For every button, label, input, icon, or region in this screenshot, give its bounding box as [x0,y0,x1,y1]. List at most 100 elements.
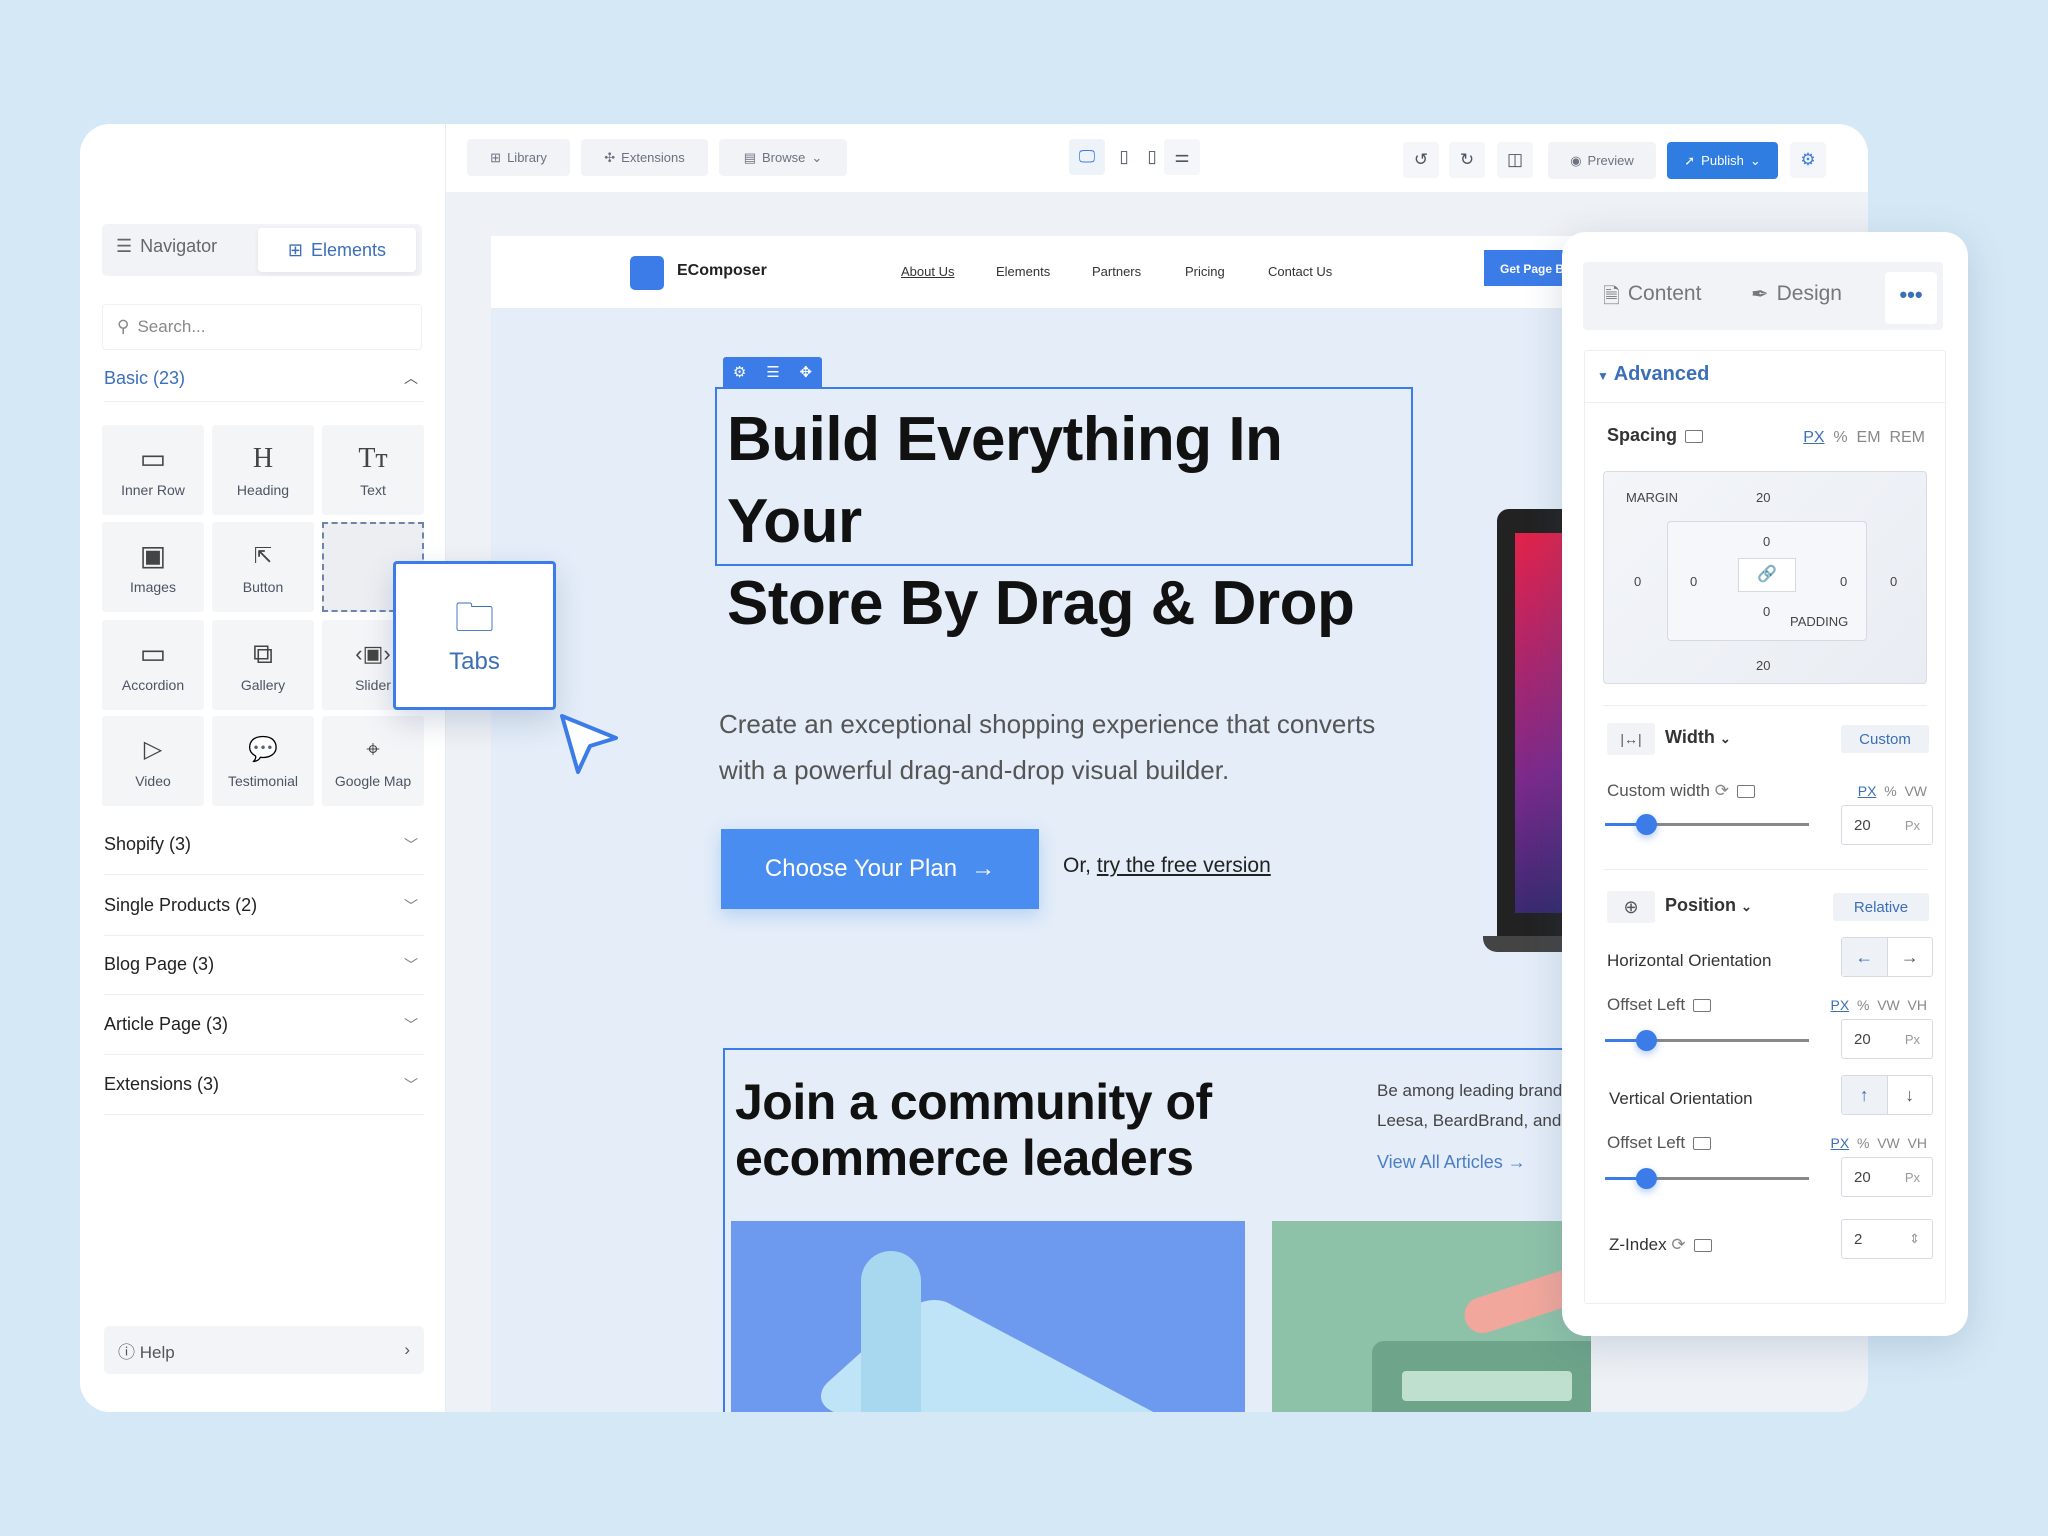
unit-px[interactable]: PX [1831,997,1850,1013]
divider [1603,869,1927,870]
unit-percent[interactable]: % [1857,997,1869,1013]
more-button[interactable]: ••• [1885,272,1937,324]
category-shopify[interactable]: Shopify (3) ﹀ [104,815,424,875]
stepper-icon[interactable]: ⇕ [1909,1231,1920,1247]
slider-handle[interactable] [1635,1168,1657,1189]
choose-plan-button[interactable]: Choose Your Plan → [721,829,1039,909]
unit-percent[interactable]: % [1884,783,1896,799]
unit-percent[interactable]: % [1833,429,1847,446]
slider-handle[interactable] [1635,814,1657,835]
free-version-link[interactable]: try the free version [1097,854,1271,877]
position-dropdown[interactable]: Position ⌄ [1665,895,1752,916]
nav-elements[interactable]: Elements [996,264,1050,279]
width-dropdown[interactable]: Width ⌄ [1665,727,1731,748]
tile-video[interactable]: ▷ Video [102,716,204,806]
custom-width-input[interactable]: 20 Px [1841,805,1933,845]
desktop-view-button[interactable]: 🖵 [1069,139,1105,175]
move-icon[interactable]: ✥ [799,363,812,381]
padding-bottom-input[interactable]: 0 [1763,604,1770,619]
padding-top-input[interactable]: 0 [1763,534,1770,549]
search-input[interactable]: ⚲ Search... [102,304,422,350]
library-button[interactable]: ⊞ Library [467,139,570,176]
arrow-right-icon[interactable]: → [1888,938,1933,976]
width-mode-badge[interactable]: Custom [1841,725,1929,753]
zindex-input[interactable]: 2 ⇕ [1841,1219,1933,1259]
tile-heading[interactable]: H Heading [212,425,314,515]
reset-icon[interactable]: ⟳ [1715,781,1729,800]
preview-button[interactable]: ◉ Preview [1548,142,1656,179]
unit-rem[interactable]: REM [1889,429,1925,446]
vertical-orientation-toggle[interactable]: ↑ ↓ [1841,1075,1933,1115]
nav-about[interactable]: About Us [901,264,954,279]
chevron-up-icon: ︿ [404,370,418,386]
unit-em[interactable]: EM [1857,429,1881,446]
horizontal-orientation-toggle[interactable]: ← → [1841,937,1933,977]
reset-icon[interactable]: ⟳ [1671,1235,1685,1254]
publish-button[interactable]: ➚ Publish ⌄ [1667,142,1778,179]
view-articles-link[interactable]: View All Articles → [1377,1152,1526,1173]
margin-right-input[interactable]: 0 [1890,574,1897,589]
category-basic[interactable]: Basic (23) ︿ [104,368,424,402]
tile-google-map[interactable]: ⌖ Google Map [322,716,424,806]
padding-right-input[interactable]: 0 [1840,574,1847,589]
unit-vw[interactable]: VW [1904,783,1927,799]
redo-button[interactable]: ↻ [1449,142,1485,178]
offset-left-input[interactable]: 20 Px [1841,1019,1933,1059]
card-line [1402,1371,1572,1401]
tile-button[interactable]: ⇱ Button [212,522,314,612]
padding-left-input[interactable]: 0 [1690,574,1697,589]
tile-gallery[interactable]: ⧉ Gallery [212,620,314,710]
unit-vh[interactable]: VH [1908,1135,1927,1151]
tab-design[interactable]: ✒ Design [1751,282,1842,307]
tile-text[interactable]: Tт Text [322,425,424,515]
category-single-products[interactable]: Single Products (2) ﹀ [104,876,424,936]
category-article-page[interactable]: Article Page (3) ﹀ [104,995,424,1055]
tab-navigator[interactable]: ☰ Navigator [116,236,217,257]
tile-inner-row[interactable]: ▭ Inner Row [102,425,204,515]
menu-icon[interactable]: ☰ [766,363,779,381]
nav-contact[interactable]: Contact Us [1268,264,1332,279]
margin-top-input[interactable]: 20 [1756,490,1770,505]
browse-button[interactable]: ▤ Browse ⌄ [719,139,847,176]
settings-button[interactable]: ⚙ [1790,142,1826,178]
offset-left-input-2[interactable]: 20 Px [1841,1157,1933,1197]
category-extensions[interactable]: Extensions (3) ﹀ [104,1055,424,1115]
element-toolbar[interactable]: ⚙ ☰ ✥ [723,357,822,387]
chevron-down-icon: ﹀ [404,956,418,973]
tile-testimonial[interactable]: 💬 Testimonial [212,716,314,806]
tab-content[interactable]: 🗎 Content [1603,282,1701,317]
arrow-left-icon[interactable]: ← [1842,938,1888,976]
custom-width-slider[interactable] [1605,814,1809,835]
unit-percent[interactable]: % [1857,1135,1869,1151]
hero-heading[interactable]: Build Everything In Your Store By Drag &… [715,387,1413,638]
help-button[interactable]: ⓘ Help › [104,1326,424,1374]
tile-accordion[interactable]: ▭ Accordion [102,620,204,710]
tile-images[interactable]: ▣ Images [102,522,204,612]
nav-partners[interactable]: Partners [1092,264,1141,279]
nav-pricing[interactable]: Pricing [1185,264,1225,279]
unit-vw[interactable]: VW [1877,997,1900,1013]
link-values-button[interactable]: 🔗 [1738,558,1796,592]
unit-px[interactable]: PX [1831,1135,1850,1151]
layout-button[interactable]: ◫ [1497,142,1533,178]
category-blog-page[interactable]: Blog Page (3) ﹀ [104,935,424,995]
unit-px[interactable]: PX [1858,783,1877,799]
margin-bottom-input[interactable]: 20 [1756,658,1770,673]
offset-left-slider[interactable] [1605,1030,1809,1051]
undo-button[interactable]: ↺ [1403,142,1439,178]
tab-elements[interactable]: ⊞ Elements [258,228,416,272]
unit-vh[interactable]: VH [1908,997,1927,1013]
desktop-icon [1736,785,1755,799]
offset-left-slider-2[interactable] [1605,1168,1809,1189]
slider-handle[interactable] [1635,1030,1657,1051]
unit-vw[interactable]: VW [1877,1135,1900,1151]
position-mode-badge[interactable]: Relative [1833,893,1929,921]
extensions-button[interactable]: ✣ Extensions [581,139,708,176]
gear-icon[interactable]: ⚙ [733,363,746,381]
unit-px[interactable]: PX [1803,429,1824,446]
dragged-tabs-element[interactable]: 🗀 Tabs [393,561,556,710]
settings-sliders-button[interactable]: ⚌ [1164,139,1200,175]
arrow-down-icon[interactable]: ↓ [1888,1076,1933,1114]
margin-left-input[interactable]: 0 [1634,574,1641,589]
arrow-up-icon[interactable]: ↑ [1842,1076,1888,1114]
